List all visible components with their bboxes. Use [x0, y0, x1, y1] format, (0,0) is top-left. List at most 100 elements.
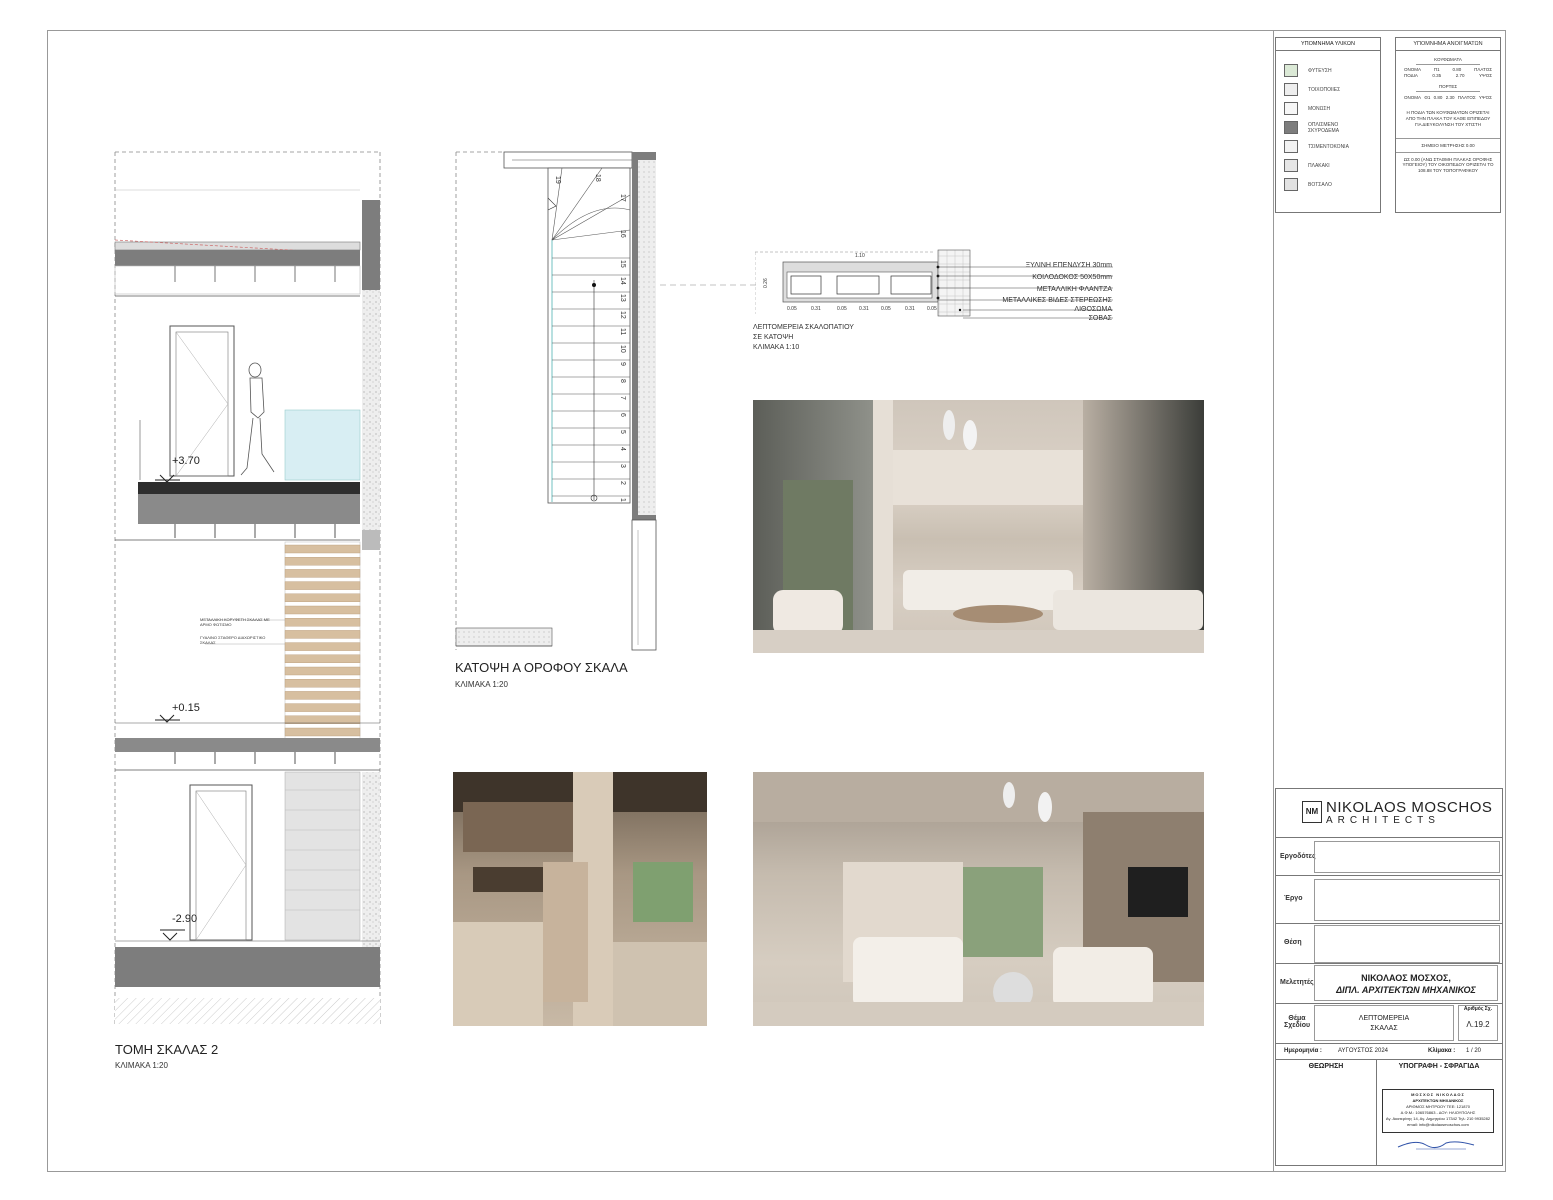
step-number: 3 — [619, 464, 626, 468]
plan-title: ΚΑΤΟΨΗ Α ΟΡΟΦΟΥ ΣΚΑΛΑ — [455, 660, 628, 675]
detail-title: ΛΕΠΤΟΜΕΡΕΙΑ ΣΚΑΛΟΠΑΤΙΟΥ — [753, 324, 854, 331]
stair-plan-drawing: 19 18 17 16 15 14 13 12 11 10 9 8 7 6 5 … — [455, 151, 657, 651]
annotation-stair-frame: ΜΕΤΑΛΛΙΚΗ ΚΟΡΥΦΕΤΗ ΣΚΑΛΑΣ ΜΕ ΑΡΜΟ ΦΩΤΙΣΜ… — [200, 617, 270, 627]
stair-tread — [284, 666, 361, 676]
stair-tread — [284, 654, 361, 663]
signature-label: ΥΠΟΓΡΑΦΗ - ΣΦΡΑΓΙΔΑ — [1398, 1063, 1480, 1070]
clients-value — [1314, 841, 1500, 873]
step-number: 19 — [554, 176, 561, 184]
level-upper: +3.70 — [172, 455, 200, 467]
title-block: NM NIKOLAOS MOSCHOS ARCHITECTS Εργοδότες… — [1275, 788, 1503, 1166]
level-ground: +0.15 — [172, 702, 200, 714]
materials-legend: ΥΠΟΜΝΗΜΑ ΥΛΙΚΩΝ ΦΥΤΕΥΣΗ ΤΟΙΧΟΠΟΙΙΕΣ ΜΟΝΩ… — [1275, 37, 1381, 213]
subject-line-1: ΛΕΠΤΟΜΕΡΕΙΑ — [1358, 1015, 1410, 1022]
detail-side-dimension: 0.26 — [763, 278, 769, 288]
stair-tread — [284, 727, 361, 737]
step-number: 6 — [619, 413, 626, 417]
section-title: ΤΟΜΗ ΣΚΑΛΑΣ 2 — [115, 1042, 219, 1057]
step-number: 15 — [619, 260, 626, 268]
stair-tread — [284, 691, 361, 700]
layer-hollow-beam: ΚΟΙΛΟΔΟΚΟΣ 50Χ50mm — [1032, 274, 1112, 281]
stair-tread — [284, 544, 361, 554]
detail-scale: ΚΛΙΜΑΚΑ 1:10 — [753, 344, 800, 351]
step-number: 5 — [619, 430, 626, 434]
step-number: 12 — [619, 311, 626, 319]
designer-name: ΝΙΚΟΛΑΟΣ ΜΟΣΧΟΣ, — [1361, 973, 1451, 983]
detail-dim: 0.05 — [927, 306, 937, 312]
openings-legend-title: ΥΠΟΜΝΗΜΑ ΑΝΟΙΓΜΑΤΩΝ — [1396, 38, 1500, 51]
step-number: 14 — [619, 277, 626, 285]
layer-plaster: ΣΟΒΑΣ — [1088, 315, 1112, 322]
legend-item-concrete: ΟΠΛΙΣΜΕΝΟ ΣΚΥΡΟΔΕΜΑ — [1276, 118, 1380, 137]
level-basement: -2.90 — [172, 913, 198, 925]
section-scale: ΚΛΙΜΑΚΑ 1:20 — [115, 1061, 168, 1070]
date-value: ΑΥΓΟΥΣΤΟΣ 2024 — [1338, 1048, 1388, 1054]
stair-tread — [284, 679, 361, 688]
review-box: ΘΕΩΡΗΣΗ — [1276, 1059, 1377, 1165]
detail-dim: 0.31 — [905, 306, 915, 312]
detail-dim: 0.31 — [859, 306, 869, 312]
row-date-scale: Ημερομηνία : ΑΥΓΟΥΣΤΟΣ 2024 Κλίμακα : 1 … — [1276, 1043, 1502, 1060]
date-label: Ημερομηνία : — [1284, 1048, 1322, 1054]
layer-screws: ΜΕΤΑΛΛΙΚΕΣ ΒΙΔΕΣ ΣΤΕΡΕΩΣΗΣ — [1002, 297, 1112, 304]
step-number: 8 — [619, 379, 626, 383]
scale-label: Κλίμακα : — [1428, 1048, 1456, 1054]
scale-value: 1 / 20 — [1466, 1048, 1482, 1054]
layer-masonry: ΛΙΘΟΣΩΜΑ — [1074, 306, 1112, 313]
stair-tread — [284, 593, 361, 602]
project-value — [1314, 879, 1500, 921]
designer-title: ΔΙΠΛ. ΑΡΧΙΤΕΚΤΩΝ ΜΗΧΑΝΙΚΟΣ — [1336, 985, 1476, 995]
drawing-number: Λ.19.2 — [1466, 1020, 1490, 1029]
doors-title: ΠΟΡΤΕΣ — [1416, 84, 1480, 92]
detail-layer-list: ΞΥΛΙΝΗ ΕΠΕΝΔΥΣΗ 30mm ΚΟΙΛΟΔΟΚΟΣ 50Χ50mm … — [990, 260, 1112, 323]
professional-stamp: ΜΟΣΧΟΣ ΝΙΚΟΛΑΟΣ ΑΡΧΙΤΕΚΤΩΝ ΜΗΧΑΝΙΚΟΣ ΑΡΙ… — [1382, 1089, 1494, 1133]
detail-top-dimension: 1.10 — [855, 253, 865, 259]
detail-subtitle: ΣΕ ΚΑΤΟΨΗ — [753, 334, 794, 341]
legend-item-pebble: ΒΟΤΣΑΛΟ — [1276, 175, 1380, 194]
step-number: 11 — [619, 328, 626, 335]
legend-item-tile: ΠΛΑΚΑΚΙ — [1276, 156, 1380, 175]
step-number: 18 — [594, 174, 601, 182]
openings-note: Η ΠΟΔΙΑ ΤΩΝ ΚΟΥΦΩΜΑΤΩΝ ΟΡΙΖΕΤΑΙ ΑΠΟ ΤΗΝ … — [1405, 110, 1491, 127]
living-room-render-2 — [753, 772, 1204, 1026]
stair-tread — [284, 618, 361, 627]
detail-dim: 0.31 — [811, 306, 821, 312]
subject-value: ΛΕΠΤΟΜΕΡΕΙΑ ΣΚΑΛΑΣ — [1314, 1005, 1454, 1041]
measure-point-note: ΩΣ 0.00 (ΑΝΩ ΣΤΑΘΜΗ ΠΛΑΚΑΣ ΟΡΟΦΗΣ ΥΠΟΓΕΙ… — [1396, 151, 1500, 175]
handwritten-signature — [1397, 1141, 1475, 1150]
row-subject: Θέμα Σχεδίου ΛΕΠΤΟΜΕΡΕΙΑ ΣΚΑΛΑΣ Αριθμός … — [1276, 1003, 1502, 1044]
stair-tread — [284, 715, 361, 724]
legend-item-masonry: ΤΟΙΧΟΠΟΙΙΕΣ — [1276, 80, 1380, 99]
stair-tread — [284, 557, 361, 566]
subject-line-2: ΣΚΑΛΑΣ — [1370, 1025, 1398, 1032]
detail-leader-line — [660, 284, 760, 286]
stair-tread — [284, 569, 361, 578]
company-subtitle: ARCHITECTS — [1326, 815, 1440, 826]
company-logo: NM — [1302, 801, 1322, 823]
row-clients: Εργοδότες — [1276, 837, 1502, 876]
row-project: Έργο — [1276, 875, 1502, 924]
stair-tread — [284, 642, 361, 651]
plan-scale: ΚΛΙΜΑΚΑ 1:20 — [455, 680, 508, 689]
layer-metal-flange: ΜΕΤΑΛΛΙΚΗ ΦΛΑΝΤΖΑ — [1036, 286, 1112, 293]
openings-legend: ΥΠΟΜΝΗΜΑ ΑΝΟΙΓΜΑΤΩΝ ΚΟΥΦΩΜΑΤΑ ΟΝΟΜΑ Π1 0.8… — [1395, 37, 1501, 213]
step-number: 7 — [619, 396, 626, 400]
stair-tread — [284, 630, 361, 639]
stair-tread — [284, 605, 361, 615]
legend-item-cement-mortar: ΤΣΙΜΕΝΤΟΚΟΝΙΑ — [1276, 137, 1380, 156]
signature-box: ΥΠΟΓΡΑΦΗ - ΣΦΡΑΓΙΔΑ ΜΟΣΧΟΣ ΝΙΚΟΛΑΟΣ ΑΡΧΙ… — [1376, 1059, 1502, 1165]
step-number: 10 — [619, 345, 626, 353]
legend-item-insulation: ΜΟΝΩΣΗ — [1276, 99, 1380, 118]
person-silhouette — [240, 362, 275, 476]
row-designers: Μελετητές ΝΙΚΟΛΑΟΣ ΜΟΣΧΟΣ, ΔΙΠΛ. ΑΡΧΙΤΕΚ… — [1276, 963, 1502, 1004]
step-number: 1 — [619, 498, 626, 502]
step-number: 13 — [619, 294, 626, 302]
company-name: NIKOLAOS MOSCHOS — [1326, 799, 1493, 816]
row-location: Θέση — [1276, 923, 1502, 964]
company-header: NM NIKOLAOS MOSCHOS ARCHITECTS — [1276, 789, 1502, 838]
step-number: 17 — [619, 194, 626, 202]
step-number: 2 — [619, 481, 626, 485]
step-number: 4 — [619, 447, 626, 451]
drawing-number-label: Αριθμός Σχ. — [1463, 1006, 1493, 1012]
drawing-number-box: Αριθμός Σχ. Λ.19.2 — [1458, 1005, 1498, 1041]
